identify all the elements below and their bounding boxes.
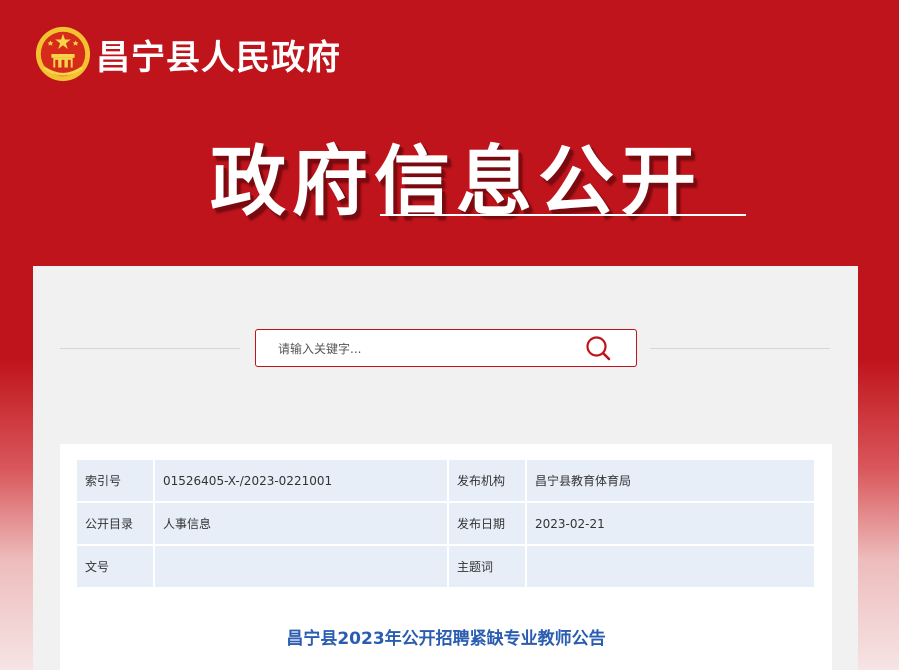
site-header: 昌宁县人民政府 bbox=[34, 25, 341, 83]
meta-key: 文号 bbox=[77, 546, 153, 589]
banner-underline bbox=[380, 214, 746, 216]
meta-key: 公开目录 bbox=[77, 503, 153, 546]
article-title: 昌宁县2023年公开招聘紧缺专业教师公告 bbox=[286, 629, 606, 649]
meta-key: 发布日期 bbox=[449, 503, 525, 546]
site-name[interactable]: 昌宁县人民政府 bbox=[96, 30, 341, 79]
search-row bbox=[60, 329, 830, 367]
meta-value: 01526405-X-/2023-0221001 bbox=[155, 460, 447, 503]
metadata-table: 索引号 01526405-X-/2023-0221001 发布机构 昌宁县教育体… bbox=[75, 460, 816, 589]
table-row: 文号 主题词 bbox=[77, 546, 814, 589]
search-input[interactable] bbox=[276, 338, 580, 360]
meta-value bbox=[527, 546, 814, 589]
divider bbox=[60, 348, 240, 349]
divider bbox=[650, 348, 830, 349]
meta-key: 主题词 bbox=[449, 546, 525, 589]
meta-key: 索引号 bbox=[77, 460, 153, 503]
table-row: 公开目录 人事信息 发布日期 2023-02-21 bbox=[77, 503, 814, 546]
article-content: 索引号 01526405-X-/2023-0221001 发布机构 昌宁县教育体… bbox=[60, 444, 832, 670]
meta-key: 发布机构 bbox=[449, 460, 525, 503]
meta-value: 2023-02-21 bbox=[527, 503, 814, 546]
search-icon[interactable] bbox=[584, 334, 612, 362]
meta-value bbox=[155, 546, 447, 589]
table-row: 索引号 01526405-X-/2023-0221001 发布机构 昌宁县教育体… bbox=[77, 460, 814, 503]
meta-value: 昌宁县教育体育局 bbox=[527, 460, 814, 503]
national-emblem-icon bbox=[35, 26, 91, 82]
meta-value: 人事信息 bbox=[155, 503, 447, 546]
search-box bbox=[255, 329, 637, 367]
main-panel: 索引号 01526405-X-/2023-0221001 发布机构 昌宁县教育体… bbox=[33, 266, 858, 670]
